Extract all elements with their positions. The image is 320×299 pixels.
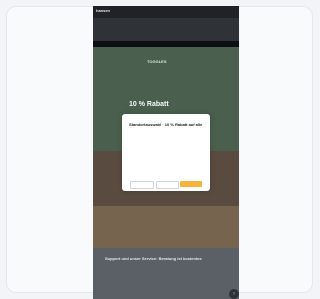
hero-label: TOGGLES	[147, 59, 167, 64]
support-title: Support und unser Service: Beratung ist …	[105, 256, 202, 261]
hero-title: 10 % Rabatt	[129, 101, 169, 108]
feature-card-2[interactable]	[93, 206, 239, 248]
site-logo[interactable]: hansen	[96, 8, 110, 13]
modal-title: Standortauswahl · 10 % Rabatt auf alle	[129, 122, 203, 127]
modal-button-left[interactable]	[130, 181, 154, 189]
arrow-up-icon: ↑	[232, 291, 236, 297]
info-strip	[93, 18, 239, 41]
support-section: Support und unser Service: Beratung ist …	[93, 248, 239, 299]
consent-modal: Standortauswahl · 10 % Rabatt auf alle	[122, 114, 210, 191]
modal-button-middle[interactable]	[156, 181, 179, 189]
modal-button-accept[interactable]	[180, 181, 202, 187]
scroll-top-button[interactable]: ↑	[229, 289, 239, 299]
top-navigation: hansen	[93, 6, 239, 18]
